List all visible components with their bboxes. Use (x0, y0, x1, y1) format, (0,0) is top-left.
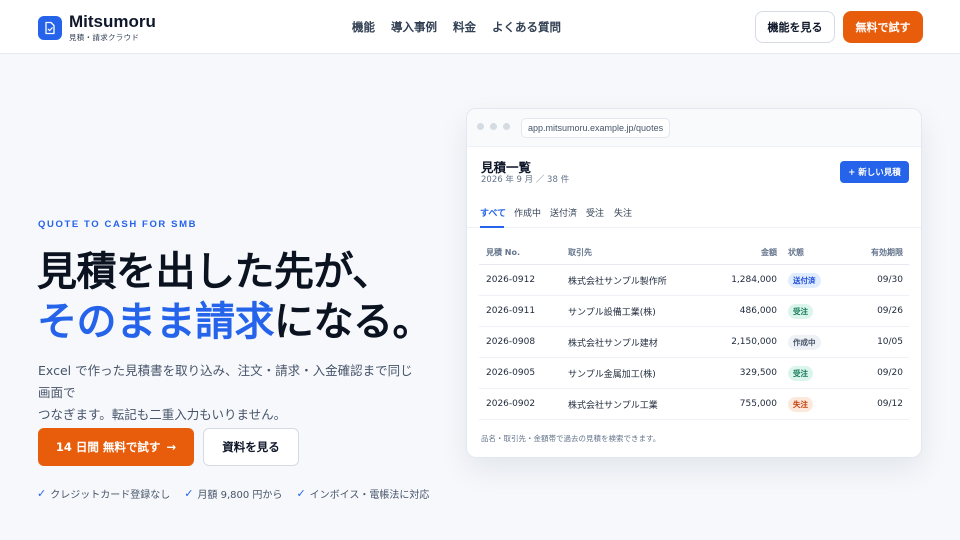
tab-all[interactable]: すべて (480, 206, 506, 219)
hero-lead: Excel で作った見積書を取り込み、注文・請求・入金確認まで同じ画面で つなぎ… (38, 360, 418, 426)
document-icon (38, 16, 62, 40)
status-badge: 受注 (788, 303, 813, 319)
quote-amount: 755,000 (739, 399, 777, 409)
check-icon: ✓ (296, 487, 306, 500)
window-controls (477, 123, 510, 130)
client-name: 株式会社サンプル工業 (568, 400, 658, 411)
client-name: サンプル設備工業(株) (568, 307, 656, 318)
expiry-date: 09/26 (877, 306, 903, 316)
window-dot-icon (477, 123, 484, 130)
quote-amount: 329,500 (739, 368, 777, 378)
new-quote-button[interactable]: + 新しい見積 (840, 161, 909, 183)
quotes-table: 見積 No. 取引先 金額 状態 有効期限 2026-0912 株式会社サンプル製… (479, 241, 909, 420)
status-cell: 受注 (788, 296, 848, 326)
quote-number: 2026-0902 (486, 399, 536, 409)
table-row[interactable]: 2026-0908 株式会社サンプル建材 2,150,000 作成中 10/05 (479, 327, 909, 358)
feature-checklist: ✓ クレジットカード登録なし ✓ 月額 9,800 円から ✓ インボイス・電帳… (37, 486, 429, 501)
nav-features[interactable]: 機能 (352, 19, 375, 35)
nav-case-studies[interactable]: 導入事例 (391, 19, 437, 35)
header-free-trial-button[interactable]: 無料で試す (843, 11, 923, 43)
check-icon: ✓ (184, 487, 194, 500)
expiry-date: 09/30 (877, 275, 903, 285)
quote-amount: 1,284,000 (731, 275, 777, 285)
view-materials-button[interactable]: 資料を見る (203, 428, 299, 466)
headline-line-1: 見積を出した先が、 (37, 249, 392, 295)
nav-pricing[interactable]: 料金 (453, 19, 476, 35)
status-cell: 送付済 (788, 265, 848, 295)
site-header: Mitsumoru 見積・請求クラウド 機能 導入事例 料金 よくある質問 機能… (0, 0, 960, 54)
brand-name: Mitsumoru (69, 12, 156, 31)
client-name: サンプル金属加工(株) (568, 369, 656, 380)
column-header-client[interactable]: 取引先 (568, 241, 718, 264)
browser-bar: app.mitsumoru.example.jp/quotes (467, 109, 921, 147)
quotes-subtitle: 2026 年 9 月 ／ 38 件 (481, 175, 570, 185)
status-badge: 送付済 (788, 272, 821, 288)
status-tabs: すべて 作成中 送付済 受注 失注 (467, 201, 921, 228)
column-header-no[interactable]: 見積 No. (486, 241, 566, 264)
tab-draft[interactable]: 作成中 (514, 206, 541, 219)
check-item: ✓ クレジットカード登録なし (37, 486, 170, 501)
main-nav: 機能 導入事例 料金 よくある質問 (352, 19, 561, 35)
check-item: ✓ インボイス・電帳法に対応 (296, 486, 429, 501)
view-features-button[interactable]: 機能を見る (755, 11, 835, 43)
tab-lost[interactable]: 失注 (614, 206, 632, 219)
client-name: 株式会社サンプル建材 (568, 338, 658, 349)
table-body: 2026-0912 株式会社サンプル製作所 1,284,000 送付済 09/30 202… (479, 265, 909, 420)
hero-headline: 見積を出した先が、 そのまま請求になる。 (37, 247, 433, 347)
brand-logo[interactable]: Mitsumoru 見積・請求クラウド (38, 13, 156, 43)
check-item: ✓ 月額 9,800 円から (184, 486, 282, 501)
status-cell: 作成中 (788, 327, 848, 357)
active-tab-indicator (480, 226, 504, 228)
quote-number: 2026-0908 (486, 337, 536, 347)
lead-line-2: つなぎます。転記も二重入力もいりません。 (38, 407, 287, 422)
app-preview-window: app.mitsumoru.example.jp/quotes 見積一覧 202… (466, 108, 922, 458)
check-label: インボイス・電帳法に対応 (309, 490, 430, 501)
quote-number: 2026-0911 (486, 306, 536, 316)
column-header-amount[interactable]: 金額 (709, 241, 777, 264)
status-badge: 受注 (788, 365, 813, 381)
check-icon: ✓ (37, 487, 47, 500)
window-dot-icon (503, 123, 510, 130)
headline-accent: そのまま請求 (37, 299, 275, 345)
lead-line-1: Excel で作った見積書を取り込み、注文・請求・入金確認まで同じ画面で (38, 363, 413, 400)
quote-amount: 2,150,000 (731, 337, 777, 347)
brand-tagline: 見積・請求クラウド (69, 33, 140, 42)
tab-won[interactable]: 受注 (586, 206, 604, 219)
column-header-status[interactable]: 状態 (788, 241, 848, 264)
status-badge: 作成中 (788, 334, 821, 350)
status-badge: 失注 (788, 396, 813, 412)
column-header-due[interactable]: 有効期限 (849, 241, 903, 264)
check-label: クレジットカード登録なし (50, 490, 171, 501)
headline-rest: になる。 (274, 299, 433, 345)
expiry-date: 10/05 (877, 337, 903, 347)
nav-faq[interactable]: よくある質問 (492, 19, 561, 35)
table-header: 見積 No. 取引先 金額 状態 有効期限 (479, 241, 909, 265)
quote-number: 2026-0912 (486, 275, 536, 285)
quote-number: 2026-0905 (486, 368, 536, 378)
table-row[interactable]: 2026-0905 サンプル金属加工(株) 329,500 受注 09/20 (479, 358, 909, 389)
table-row[interactable]: 2026-0911 サンプル設備工業(株) 486,000 受注 09/26 (479, 296, 909, 327)
arrow-right-icon: → (166, 440, 177, 454)
client-name: 株式会社サンプル製作所 (568, 276, 667, 287)
quote-amount: 486,000 (739, 306, 777, 316)
cta-label: 14 日間 無料で試す (55, 440, 161, 454)
expiry-date: 09/20 (877, 368, 903, 378)
hero-eyebrow: QUOTE TO CASH FOR SMB (38, 219, 198, 230)
expiry-date: 09/12 (877, 399, 903, 409)
tab-sent[interactable]: 送付済 (550, 206, 577, 219)
status-cell: 受注 (788, 358, 848, 388)
table-row[interactable]: 2026-0912 株式会社サンプル製作所 1,284,000 送付済 09/30 (479, 265, 909, 296)
address-bar: app.mitsumoru.example.jp/quotes (521, 118, 671, 138)
table-row[interactable]: 2026-0902 株式会社サンプル工業 755,000 失注 09/12 (479, 389, 909, 420)
free-trial-cta-button[interactable]: 14 日間 無料で試す → (38, 428, 194, 466)
search-hint: 品名・取引先・金額帯で過去の見積を検索できます。 (481, 434, 661, 443)
status-cell: 失注 (788, 389, 848, 419)
check-label: 月額 9,800 円から (197, 490, 283, 501)
window-dot-icon (490, 123, 497, 130)
